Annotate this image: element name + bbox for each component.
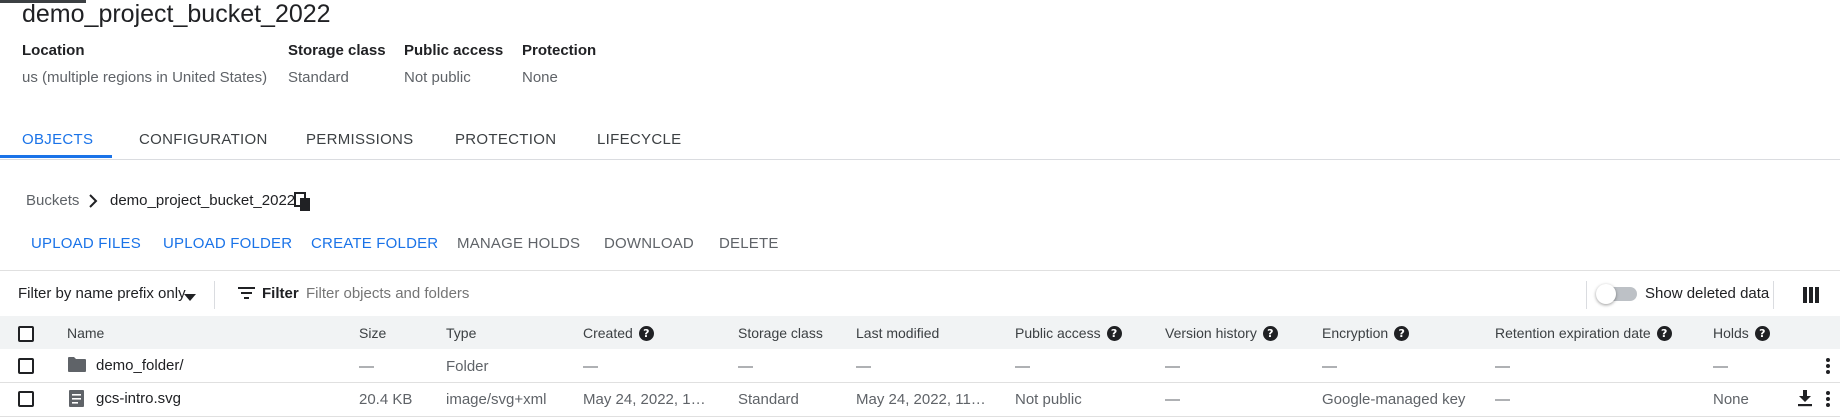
row-size: 20.4 KB <box>359 391 413 408</box>
row-last-modified: May 24, 2022, 11… <box>856 391 986 408</box>
created-help-icon[interactable]: ? <box>638 325 654 341</box>
location-value: us (multiple regions in United States) <box>22 69 268 86</box>
row-version-history: — <box>1165 391 1180 408</box>
tab-configuration[interactable]: CONFIGURATION <box>139 131 268 148</box>
filter-label: Filter <box>262 285 299 302</box>
row-checkbox[interactable] <box>18 391 34 407</box>
file-icon <box>69 390 84 407</box>
row-public-access: — <box>1015 358 1030 375</box>
row-retention: — <box>1495 391 1510 408</box>
prefix-filter-dropdown[interactable]: Filter by name prefix only <box>18 285 186 302</box>
download-button[interactable]: DOWNLOAD <box>604 235 694 252</box>
row-created: — <box>583 358 598 375</box>
folder-icon <box>68 357 86 372</box>
row-more-actions-icon[interactable] <box>1826 391 1830 407</box>
column-header-retention[interactable]: Retention expiration date? <box>1495 325 1672 341</box>
dropdown-arrow-icon[interactable] <box>184 289 196 301</box>
column-header-storage-class[interactable]: Storage class <box>738 325 823 341</box>
upload-folder-button[interactable]: UPLOAD FOLDER <box>163 235 292 252</box>
columns-divider <box>1773 281 1774 309</box>
breadcrumb-buckets-link[interactable]: Buckets <box>26 192 79 209</box>
upload-files-button[interactable]: UPLOAD FILES <box>31 235 141 252</box>
row-more-actions-icon[interactable] <box>1826 358 1830 374</box>
active-tab-indicator <box>0 155 112 158</box>
column-header-version-history[interactable]: Version history? <box>1165 325 1278 341</box>
table-row[interactable] <box>0 349 1840 383</box>
retention-help-icon[interactable]: ? <box>1656 325 1672 341</box>
chevron-right-icon <box>86 193 100 209</box>
row-holds: None <box>1713 391 1749 408</box>
tab-objects[interactable]: OBJECTS <box>22 131 93 148</box>
delete-button[interactable]: DELETE <box>719 235 779 252</box>
row-type: image/svg+xml <box>446 391 547 408</box>
column-header-created[interactable]: Created? <box>583 325 654 341</box>
column-header-public-access[interactable]: Public access? <box>1015 325 1122 341</box>
column-header-last-modified[interactable]: Last modified <box>856 325 939 341</box>
column-header-encryption[interactable]: Encryption? <box>1322 325 1410 341</box>
filterbar-top-divider <box>0 270 1840 271</box>
tab-lifecycle[interactable]: LIFECYCLE <box>597 131 681 148</box>
manage-holds-button[interactable]: MANAGE HOLDS <box>457 235 580 252</box>
row-created: May 24, 2022, 1… <box>583 391 706 408</box>
select-all-checkbox[interactable] <box>18 326 34 342</box>
row-encryption: Google-managed key <box>1322 391 1466 408</box>
column-header-size[interactable]: Size <box>359 325 386 341</box>
create-folder-button[interactable]: CREATE FOLDER <box>311 235 438 252</box>
tab-protection[interactable]: PROTECTION <box>455 131 556 148</box>
breadcrumb-current: demo_project_bucket_2022 <box>110 192 296 209</box>
row-divider <box>0 416 1840 417</box>
storage-class-value: Standard <box>288 69 349 86</box>
row-encryption: — <box>1322 358 1337 375</box>
column-header-type[interactable]: Type <box>446 325 476 341</box>
row-name-link[interactable]: gcs-intro.svg <box>96 390 181 407</box>
row-version-history: — <box>1165 358 1180 375</box>
filterbar-divider <box>214 281 215 309</box>
column-header-name[interactable]: Name <box>67 325 104 341</box>
row-holds: — <box>1713 358 1728 375</box>
row-checkbox[interactable] <box>18 358 34 374</box>
version-history-help-icon[interactable]: ? <box>1262 325 1278 341</box>
copy-icon[interactable] <box>294 192 312 212</box>
storage-class-label: Storage class <box>288 42 386 59</box>
encryption-help-icon[interactable]: ? <box>1394 325 1410 341</box>
filter-icon[interactable] <box>238 286 255 300</box>
protection-value: None <box>522 69 558 86</box>
row-storage-class: Standard <box>738 391 799 408</box>
public-access-value: Not public <box>404 69 471 86</box>
row-last-modified: — <box>856 358 871 375</box>
tabs-divider <box>0 159 1840 160</box>
row-public-access: Not public <box>1015 391 1082 408</box>
row-name-link[interactable]: demo_folder/ <box>96 357 184 374</box>
row-retention: — <box>1495 358 1510 375</box>
public-access-label: Public access <box>404 42 504 59</box>
show-deleted-toggle[interactable] <box>1596 284 1616 304</box>
row-storage-class: — <box>738 358 753 375</box>
column-header-holds[interactable]: Holds? <box>1713 325 1770 341</box>
show-deleted-label: Show deleted data <box>1645 285 1770 302</box>
location-label: Location <box>22 42 85 59</box>
protection-label: Protection <box>522 42 597 59</box>
holds-help-icon[interactable]: ? <box>1754 325 1770 341</box>
tab-permissions[interactable]: PERMISSIONS <box>306 131 414 148</box>
bucket-title: demo_project_bucket_2022 <box>22 0 331 28</box>
row-type: Folder <box>446 358 489 375</box>
public-access-help-icon[interactable]: ? <box>1106 325 1122 341</box>
row-size: — <box>359 358 374 375</box>
download-icon[interactable] <box>1797 390 1813 407</box>
filter-input[interactable] <box>306 280 866 306</box>
toggle-divider <box>1586 281 1587 309</box>
column-display-icon[interactable] <box>1803 287 1819 303</box>
